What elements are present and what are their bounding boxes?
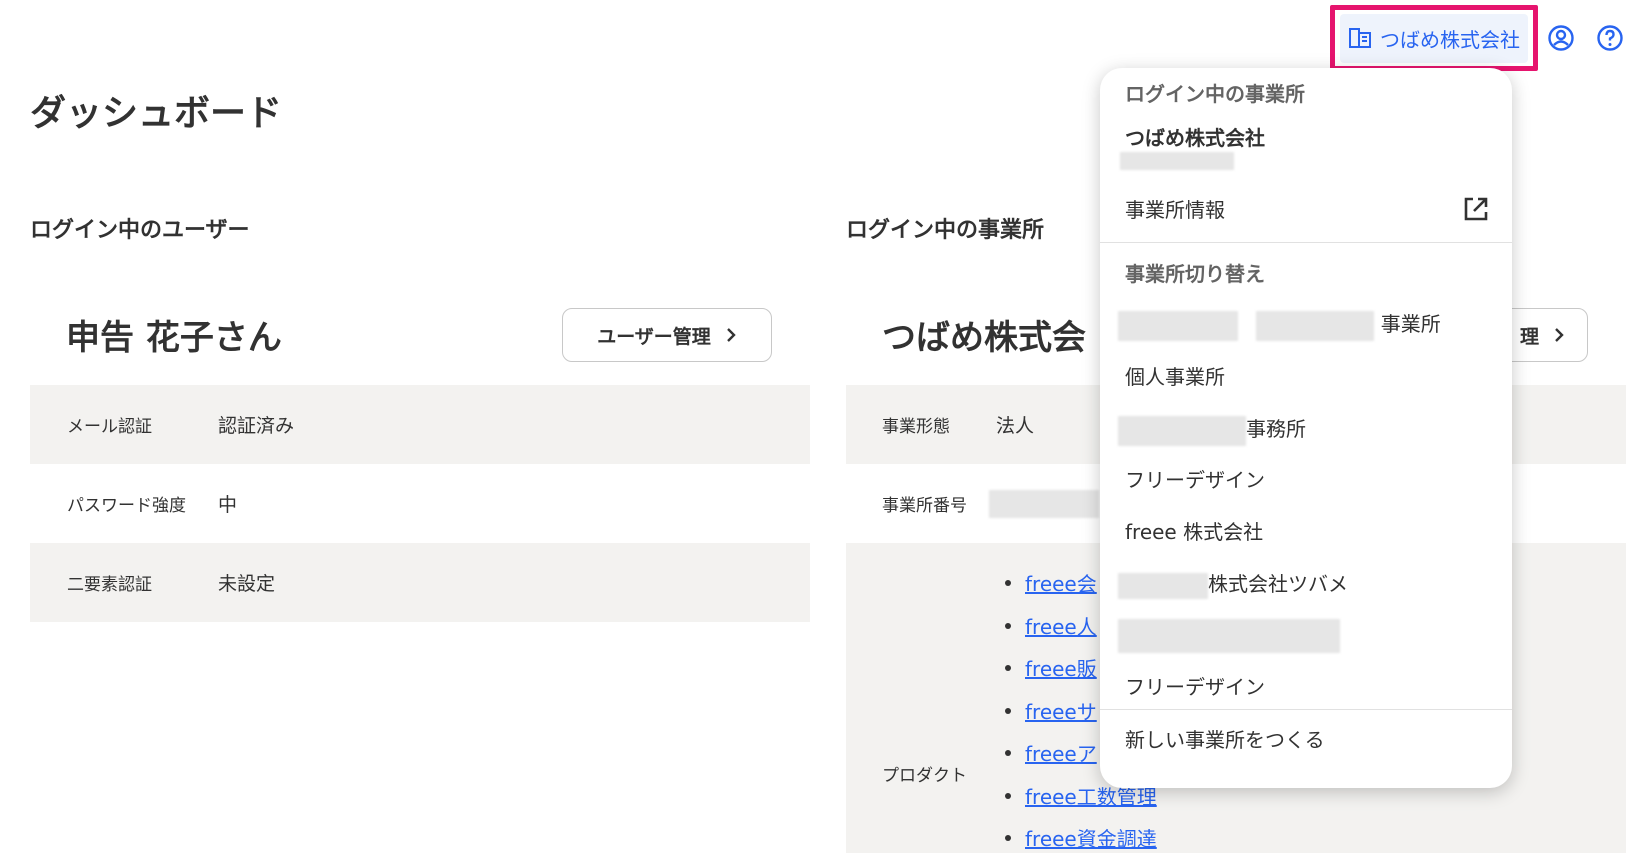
chevron-right-icon (726, 328, 736, 342)
switch-item-label: 株式会社ツバメ (1208, 572, 1348, 596)
switch-item[interactable]: フリーデザイン (1125, 464, 1265, 493)
divider (1100, 709, 1512, 710)
company-dropdown-menu: ログイン中の事業所 つばめ株式会社 事業所情報 事業所切り替え 事業所 個人事業… (1100, 68, 1512, 788)
chevron-right-icon (1555, 328, 1564, 342)
row-key: 事業所番号 (882, 496, 967, 516)
product-link[interactable]: freeeサ (1025, 700, 1097, 724)
row-value: 認証済み (218, 415, 295, 437)
switch-item[interactable]: 事務所 (1118, 413, 1306, 446)
row-value: 中 (218, 494, 238, 516)
redacted-name (1118, 310, 1238, 341)
product-link[interactable]: freee人 (1025, 615, 1097, 639)
help-circle-icon[interactable] (1596, 24, 1624, 52)
row-key: 二要素認証 (67, 575, 152, 595)
redacted-value (989, 490, 1099, 518)
switch-item[interactable] (1118, 619, 1340, 653)
switch-heading: 事業所切り替え (1125, 262, 1265, 286)
create-office-label: 新しい事業所をつくる (1125, 728, 1325, 752)
switch-item-label: 個人事業所 (1125, 365, 1225, 389)
redacted-name (1256, 310, 1375, 341)
user-manage-button[interactable]: ユーザー管理 (562, 308, 772, 362)
product-link[interactable]: freee工数管理 (1025, 785, 1157, 809)
product-link[interactable]: freee会 (1025, 572, 1097, 596)
switch-item-label: フリーデザイン (1125, 675, 1265, 699)
switch-item-label: 事務所 (1246, 417, 1306, 441)
switch-item[interactable]: 株式会社ツバメ (1118, 568, 1348, 599)
external-link-icon (1464, 197, 1488, 220)
current-company-switcher[interactable]: つばめ株式会社 (1330, 5, 1538, 71)
redacted-name (1118, 619, 1340, 653)
product-link[interactable]: freee販 (1025, 657, 1097, 681)
row-key: 事業形態 (882, 417, 950, 437)
row-key: プロダクト (882, 766, 967, 786)
user-manage-label: ユーザー管理 (597, 325, 711, 348)
redacted-name (1118, 572, 1208, 599)
building-icon (1349, 28, 1371, 48)
dropdown-heading: ログイン中の事業所 (1125, 82, 1305, 106)
redacted-company-id (1120, 152, 1234, 170)
page-title: ダッシュボード (30, 93, 283, 134)
office-info-link[interactable]: 事業所情報 (1125, 194, 1490, 223)
switch-item[interactable]: フリーデザイン (1125, 671, 1265, 700)
row-key: パスワード強度 (67, 496, 186, 516)
office-section-title: ログイン中の事業所 (846, 218, 1045, 243)
switch-item-label: freee 株式会社 (1125, 520, 1264, 544)
user-row-password: パスワード強度 中 (30, 464, 810, 543)
office-info-label: 事業所情報 (1125, 198, 1225, 222)
office-manage-label: 理 (1519, 325, 1539, 348)
current-company-label: つばめ株式会社 (1380, 27, 1520, 52)
switch-item-label: 事業所 (1380, 312, 1441, 336)
row-value: 未設定 (218, 573, 276, 595)
product-link[interactable]: freee資金調達 (1025, 827, 1157, 851)
product-link[interactable]: freeeア (1025, 742, 1097, 766)
redacted-name (1118, 415, 1246, 446)
switch-item[interactable]: freee 株式会社 (1125, 516, 1263, 545)
row-value: 法人 (996, 415, 1035, 437)
divider (1100, 242, 1512, 243)
create-office-button[interactable]: 新しい事業所をつくる (1125, 724, 1325, 753)
user-row-email: メール認証 認証済み (30, 385, 810, 464)
user-section-title: ログイン中のユーザー (30, 218, 250, 243)
office-company-name: つばめ株式会 (882, 318, 1086, 358)
switch-item[interactable]: 個人事業所 (1125, 361, 1225, 390)
user-name: 申告 花子さん (66, 318, 282, 358)
user-row-2fa: 二要素認証 未設定 (30, 543, 810, 622)
account-circle-icon[interactable] (1547, 24, 1575, 52)
switch-item[interactable]: 事業所 (1118, 308, 1441, 341)
dropdown-current-company: つばめ株式会社 (1125, 126, 1265, 150)
list-item: freee資金調達 (1005, 823, 1157, 853)
switch-item-label: フリーデザイン (1125, 468, 1265, 492)
row-key: メール認証 (67, 417, 152, 437)
